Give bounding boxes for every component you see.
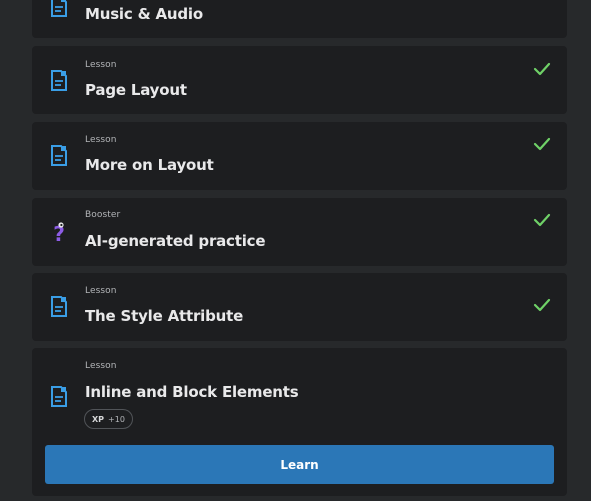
lesson-type-label: Lesson [85,135,117,145]
lesson-title: AI-generated practice [85,232,266,250]
lesson-title: Inline and Block Elements [85,383,299,401]
lesson-title: Page Layout [85,81,187,99]
lesson-type-label: Lesson [85,361,117,371]
lesson-doc-icon [50,296,68,318]
xp-badge: XP +10 [84,409,133,429]
checkmark-icon [533,62,551,76]
lesson-type-label: Booster [85,210,121,220]
lesson-type-label: Lesson [85,60,117,70]
learn-button[interactable]: Learn [45,445,554,484]
lesson-card-page-layout[interactable]: Lesson Page Layout [32,46,567,114]
checkmark-icon [533,298,551,312]
xp-value: +10 [108,414,125,424]
lesson-title: Music & Audio [85,5,203,23]
lesson-card-style-attribute[interactable]: Lesson The Style Attribute [32,273,567,341]
lesson-doc-icon [50,386,68,408]
lesson-type-label: Lesson [85,286,117,296]
xp-label: XP [92,414,105,424]
checkmark-icon [533,137,551,151]
checkmark-icon [533,213,551,227]
lesson-card-inline-block[interactable]: Lesson Inline and Block Elements XP +10 … [32,348,567,496]
lesson-doc-icon [50,145,68,167]
lesson-title: More on Layout [85,156,214,174]
lesson-doc-icon [50,70,68,92]
booster-card-ai-practice[interactable]: ? Booster AI-generated practice [32,198,567,266]
lesson-card-more-on-layout[interactable]: Lesson More on Layout [32,122,567,190]
lesson-list-page: Music & Audio Lesson Page Layout Lesson … [0,0,591,501]
lesson-title: The Style Attribute [85,307,244,325]
question-mark-icon: ? [50,222,68,244]
lesson-card-music-audio[interactable]: Music & Audio [32,0,567,38]
lesson-doc-icon [50,0,68,18]
